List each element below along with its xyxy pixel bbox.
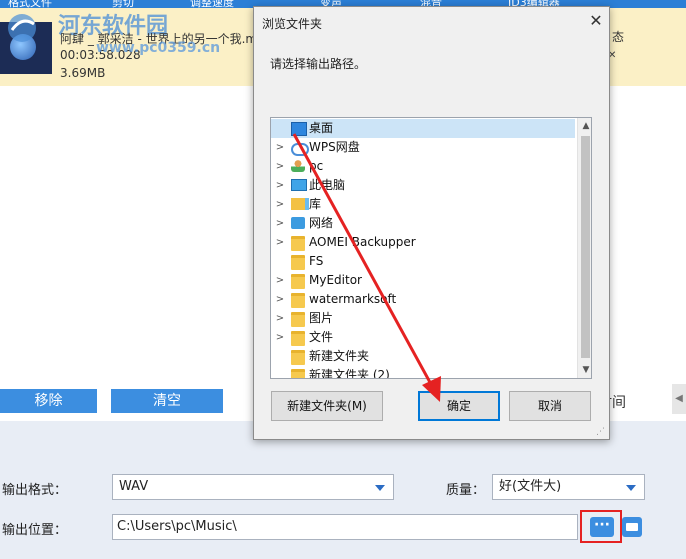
chevron-right-icon[interactable]: > bbox=[275, 157, 285, 176]
folder-icon bbox=[291, 293, 305, 308]
output-format-label: 输出格式： bbox=[2, 483, 68, 498]
tree-item-label: 新建文件夹 bbox=[309, 349, 370, 363]
tree-item-desktop[interactable]: 桌面 bbox=[271, 119, 575, 138]
output-path-input[interactable]: C:\Users\pc\Music\ bbox=[112, 514, 578, 540]
folder-icon bbox=[291, 331, 305, 346]
file-size: 3.69MB bbox=[60, 66, 106, 80]
tree-item-library[interactable]: > 库 bbox=[271, 195, 575, 214]
tree-item-new-folder-2[interactable]: 新建文件夹 (2) bbox=[271, 366, 575, 379]
chevron-right-icon[interactable]: > bbox=[275, 195, 285, 214]
chevron-right-icon[interactable]: > bbox=[275, 290, 285, 309]
chevron-right-icon[interactable]: > bbox=[275, 233, 285, 252]
tree-item-network[interactable]: > 网络 bbox=[271, 214, 575, 233]
tree-item-label: pc bbox=[309, 159, 324, 173]
tree-item-aomei[interactable]: > AOMEI Backupper bbox=[271, 233, 575, 252]
tree-item-label: FS bbox=[309, 254, 324, 268]
folder-icon bbox=[291, 236, 305, 251]
chevron-right-icon[interactable]: > bbox=[275, 214, 285, 233]
dialog-prompt: 请选择输出路径。 bbox=[270, 57, 367, 71]
quality-label: 质量： bbox=[446, 483, 486, 498]
cloud-icon bbox=[291, 143, 309, 156]
library-icon bbox=[291, 198, 309, 210]
tree-item-label: 文件 bbox=[309, 330, 334, 344]
chevron-right-icon[interactable]: > bbox=[275, 328, 285, 347]
chevron-right-icon[interactable]: > bbox=[275, 309, 285, 328]
folder-icon bbox=[291, 312, 305, 327]
dialog-title: 浏览文件夹 bbox=[262, 17, 323, 31]
resize-grip-icon[interactable]: ⋰ bbox=[596, 427, 605, 437]
desktop-icon bbox=[291, 122, 307, 136]
scroll-up-icon[interactable]: ▲ bbox=[578, 118, 591, 134]
folder-tree[interactable]: 桌面 > WPS网盘 > pc > 此电脑 > 库 > 网络 > AOMEI B… bbox=[270, 117, 592, 379]
tree-item-watermarksoft[interactable]: > watermarksoft bbox=[271, 290, 575, 309]
tree-item-pictures[interactable]: > 图片 bbox=[271, 309, 575, 328]
file-status: 态 bbox=[612, 30, 625, 44]
chevron-right-icon[interactable]: > bbox=[275, 176, 285, 195]
tree-item-label: 新建文件夹 (2) bbox=[309, 368, 390, 379]
output-location-label: 输出位置： bbox=[2, 523, 68, 538]
tree-item-label: 库 bbox=[309, 197, 322, 211]
chevron-down-icon bbox=[626, 485, 636, 491]
new-folder-button[interactable]: 新建文件夹(M) bbox=[271, 391, 383, 421]
ok-button[interactable]: 确定 bbox=[418, 391, 500, 421]
output-format-value: WAV bbox=[119, 479, 149, 494]
open-folder-icon[interactable] bbox=[622, 517, 642, 537]
scrollbar-thumb[interactable] bbox=[581, 136, 590, 358]
chevron-right-icon[interactable]: > bbox=[275, 271, 285, 290]
clear-button[interactable]: 清空 bbox=[111, 389, 223, 413]
tree-item-label: MyEditor bbox=[309, 273, 362, 287]
computer-icon bbox=[291, 179, 307, 191]
tree-item-this-pc[interactable]: > 此电脑 bbox=[271, 176, 575, 195]
tree-item-label: watermarksoft bbox=[309, 292, 397, 306]
tree-item-label: AOMEI Backupper bbox=[309, 235, 416, 249]
user-icon bbox=[291, 160, 305, 172]
output-format-select[interactable]: WAV bbox=[112, 474, 394, 500]
tree-item-label: 网络 bbox=[309, 216, 334, 230]
folder-icon bbox=[291, 274, 305, 289]
tree-item-pc-user[interactable]: > pc bbox=[271, 157, 575, 176]
tree-item-myeditor[interactable]: > MyEditor bbox=[271, 271, 575, 290]
folder-icon bbox=[291, 255, 305, 270]
scroll-left-icon[interactable]: ◀ bbox=[672, 384, 686, 414]
cancel-button[interactable]: 取消 bbox=[509, 391, 591, 421]
tree-item-label: 桌面 bbox=[309, 121, 334, 135]
remove-button[interactable]: 移除 bbox=[0, 389, 97, 413]
tree-item-label: 此电脑 bbox=[309, 178, 346, 192]
folder-icon bbox=[291, 369, 305, 378]
tree-item-new-folder[interactable]: 新建文件夹 bbox=[271, 347, 575, 366]
tree-item-label: WPS网盘 bbox=[309, 140, 360, 154]
annotation-highlight-box bbox=[580, 510, 622, 543]
watermark-url: www.pc0359.cn bbox=[96, 40, 221, 56]
tree-item-wps[interactable]: > WPS网盘 bbox=[271, 138, 575, 157]
browse-folder-dialog: 浏览文件夹 ✕ 请选择输出路径。 桌面 > WPS网盘 > pc > 此电脑 >… bbox=[253, 6, 610, 440]
scroll-down-icon[interactable]: ▼ bbox=[578, 362, 591, 378]
folder-icon bbox=[291, 350, 305, 365]
quality-value: 好(文件大) bbox=[499, 479, 562, 494]
chevron-right-icon[interactable]: > bbox=[275, 138, 285, 157]
chevron-down-icon bbox=[375, 485, 385, 491]
tree-scrollbar[interactable]: ▲ ▼ bbox=[577, 118, 591, 378]
quality-select[interactable]: 好(文件大) bbox=[492, 474, 645, 500]
watermark-logo-icon bbox=[8, 14, 36, 42]
tree-item-files[interactable]: > 文件 bbox=[271, 328, 575, 347]
tree-item-label: 图片 bbox=[309, 311, 334, 325]
network-icon bbox=[291, 217, 305, 229]
close-icon[interactable]: ✕ bbox=[586, 11, 606, 31]
tree-item-fs[interactable]: FS bbox=[271, 252, 575, 271]
